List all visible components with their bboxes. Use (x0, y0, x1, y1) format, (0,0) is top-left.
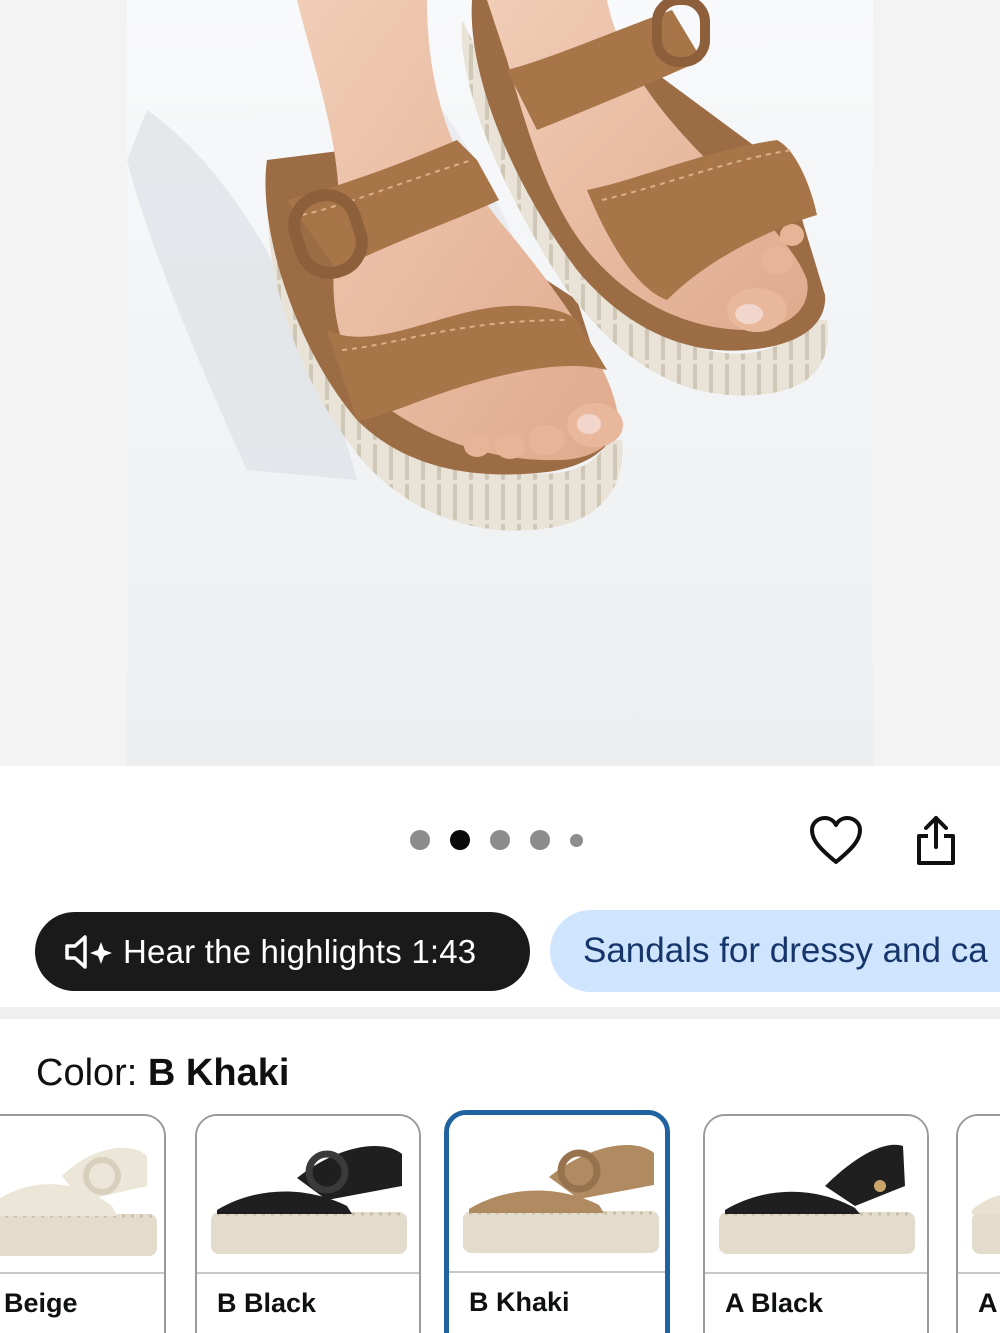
color-prefix: Color: (36, 1052, 148, 1094)
color-swatch-b-khaki[interactable]: B Khaki (444, 1110, 670, 1333)
color-swatch-b-black[interactable]: B Black (195, 1114, 421, 1333)
swatch-image (0, 1116, 164, 1274)
sandals-photo-illustration (127, 0, 873, 766)
review-topic-label: Sandals for dressy and ca (583, 931, 988, 970)
sandal-thumbnail (463, 1145, 659, 1253)
share-button[interactable] (906, 810, 966, 872)
pager-dot[interactable] (570, 833, 583, 847)
pager-dot-active[interactable] (450, 830, 470, 850)
sandal-thumbnail (972, 1195, 1000, 1254)
share-icon (917, 816, 955, 865)
image-pager[interactable] (410, 828, 603, 852)
heart-icon (810, 816, 862, 864)
sandal-thumbnail (719, 1144, 915, 1254)
swatch-name: A Black (725, 1288, 824, 1318)
section-divider (0, 1007, 1000, 1019)
color-swatch-a-black[interactable]: A Black (703, 1114, 929, 1333)
swatch-image (449, 1115, 665, 1273)
hear-highlights-label: Hear the highlights 1:43 (123, 932, 477, 970)
swatch-image (197, 1116, 419, 1274)
color-swatch-a-partial[interactable]: A (956, 1114, 1000, 1333)
product-image-gallery[interactable] (0, 0, 1000, 766)
color-selection-label: Color: B Khaki (36, 1052, 289, 1095)
sandal-thumbnail (211, 1146, 407, 1254)
hear-highlights-button[interactable]: Hear the highlights 1:43 (35, 912, 530, 991)
swatch-name: A (978, 1288, 998, 1318)
swatch-name: B Black (217, 1288, 317, 1318)
speaker-sparkle-icon (65, 934, 112, 969)
product-photo (127, 0, 873, 766)
swatch-name: Beige (4, 1288, 78, 1318)
review-topic-chip[interactable]: Sandals for dressy and ca (550, 910, 1000, 992)
swatch-name: B Khaki (469, 1287, 570, 1317)
swatch-image (958, 1116, 1000, 1274)
favorite-button[interactable] (806, 812, 866, 870)
pager-dot[interactable] (490, 830, 510, 850)
sandal-thumbnail (0, 1147, 157, 1256)
swatch-image (705, 1116, 927, 1274)
pager-dot[interactable] (530, 830, 550, 850)
color-selected-value: B Khaki (147, 1052, 290, 1094)
pager-dot[interactable] (410, 830, 430, 850)
color-swatch-beige[interactable]: Beige (0, 1114, 166, 1333)
product-page: Hear the highlights 1:43 Sandals for dre… (0, 0, 1000, 1333)
